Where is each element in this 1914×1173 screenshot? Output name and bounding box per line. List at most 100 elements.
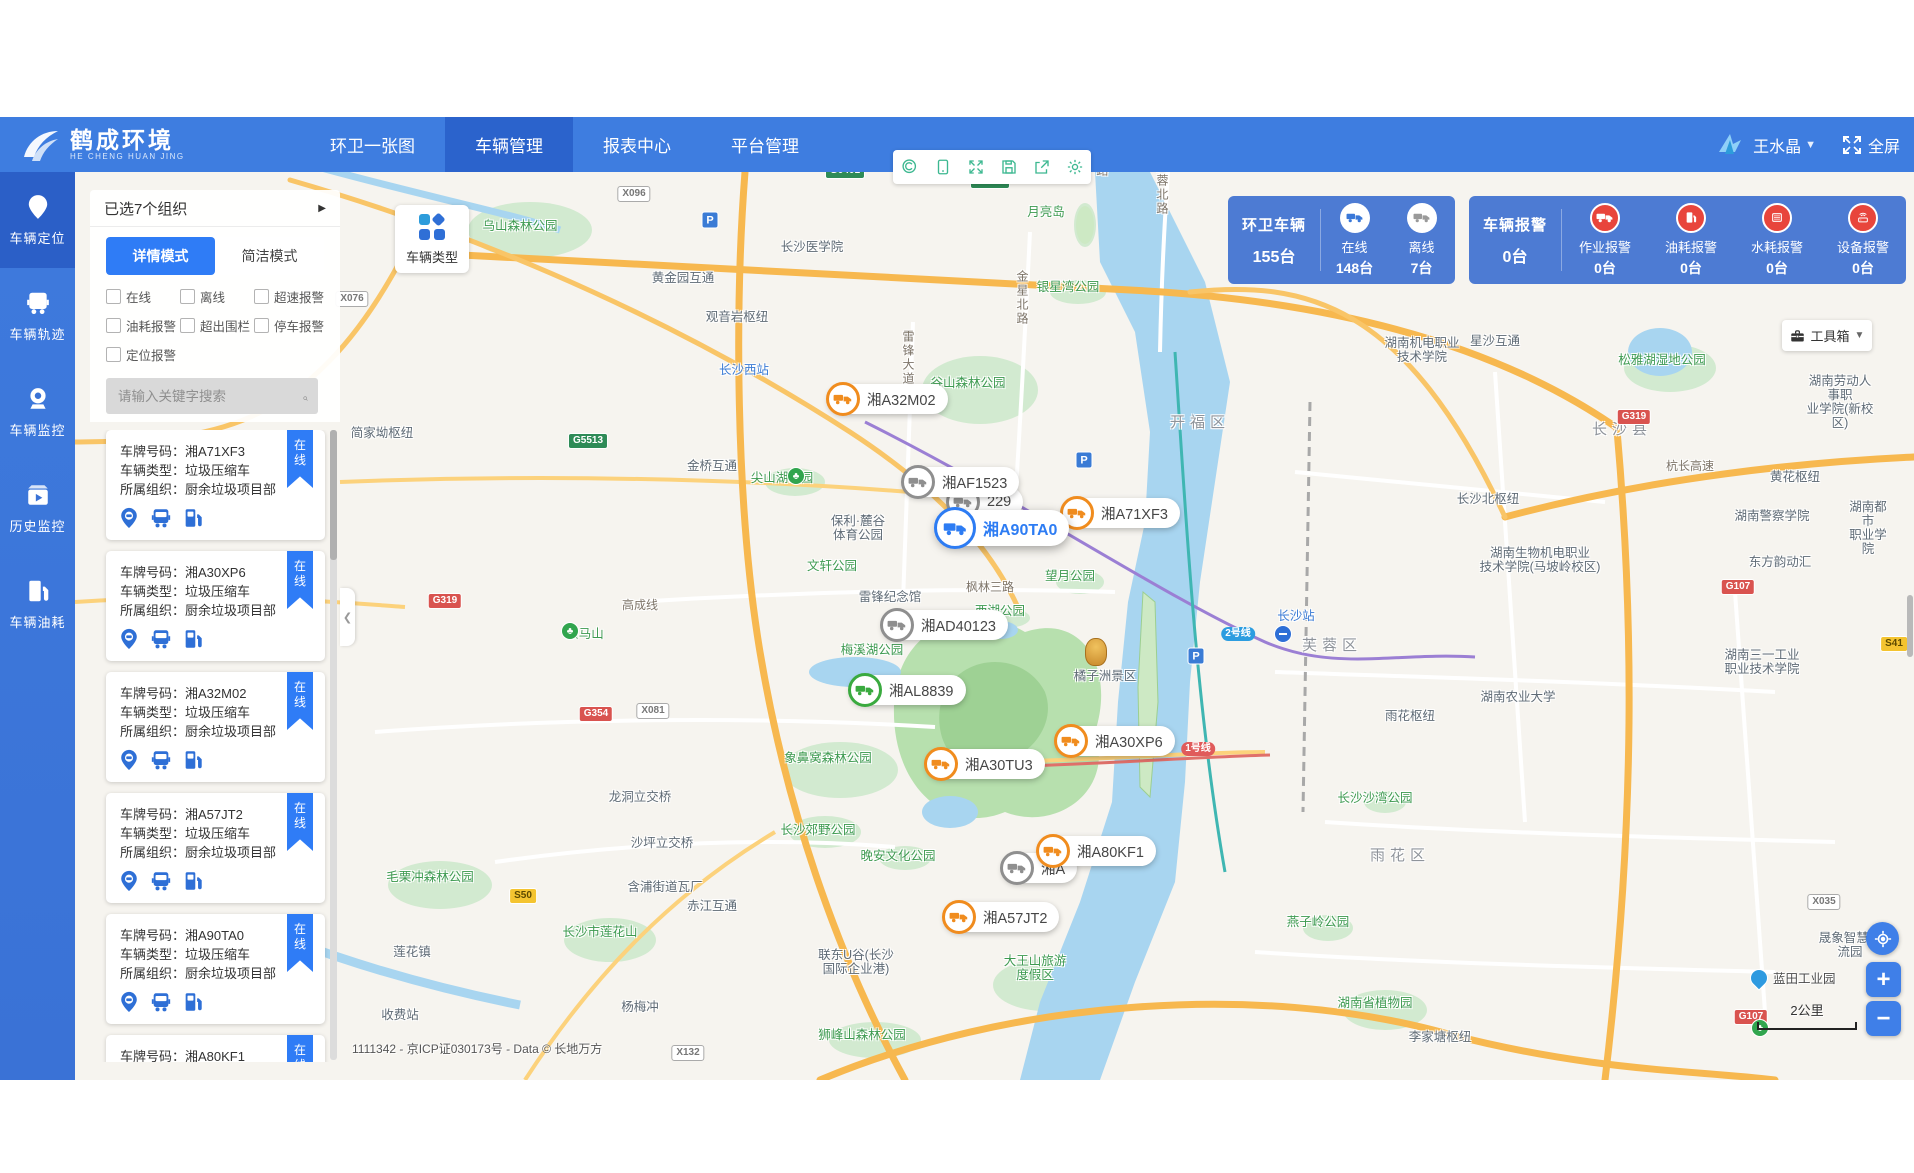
vehicle-marker[interactable]: 湘AD40123 xyxy=(882,610,1008,640)
vehicle-marker[interactable]: 湘AF1523 xyxy=(903,467,1019,497)
map-label: 晚安文化公园 xyxy=(860,849,935,863)
maptool-save-icon[interactable] xyxy=(1000,158,1018,176)
search-box xyxy=(106,378,318,414)
maptool-share-icon[interactable] xyxy=(1033,158,1051,176)
vehicle-marker[interactable]: 湘A80KF1 xyxy=(1038,836,1156,866)
map-label: 简家坳枢纽 xyxy=(351,426,414,440)
vehicle-marker[interactable]: 湘A30TU3 xyxy=(926,749,1045,779)
checkbox[interactable] xyxy=(254,289,269,304)
action-bus-icon[interactable] xyxy=(150,749,172,771)
maptool-measure-icon[interactable] xyxy=(901,158,919,176)
search-icon[interactable] xyxy=(303,388,308,404)
nav-item-4[interactable]: 平台管理 xyxy=(701,117,829,172)
user-chevron-down-icon[interactable]: ▼ xyxy=(1805,139,1816,151)
vehicle-marker[interactable]: 湘A30XP6 xyxy=(1056,726,1175,756)
sidebar-item-bus[interactable]: 车辆轨迹 xyxy=(0,268,75,364)
vehicle-card[interactable]: 车牌号码：湘A80KF1车辆类型：垃圾压缩车所属组织：厨余垃圾项目部在 线 xyxy=(106,1035,325,1062)
maptool-gear-icon[interactable] xyxy=(1066,158,1084,176)
vehicle-marker[interactable]: 湘A90TA0 xyxy=(936,510,1069,546)
filter-7[interactable]: 定位报警 xyxy=(106,345,180,364)
filter-3[interactable]: 超速报警 xyxy=(254,287,328,306)
sidebar-item-fuel[interactable]: 车辆油耗 xyxy=(0,556,75,652)
filter-1[interactable]: 在线 xyxy=(106,287,180,306)
tab-detail-mode[interactable]: 详情模式 xyxy=(106,237,215,275)
vehicle-marker[interactable]: 湘A57JT2 xyxy=(944,902,1059,932)
vehicle-card[interactable]: 车牌号码：湘A30XP6车辆类型：垃圾压缩车所属组织：厨余垃圾项目部在 线 xyxy=(106,551,325,661)
action-bus-icon[interactable] xyxy=(150,507,172,529)
map-label: 长沙沙湾公园 xyxy=(1337,791,1412,805)
tab-simple-mode[interactable]: 简洁模式 xyxy=(215,237,324,275)
action-fuel-icon[interactable] xyxy=(182,991,204,1013)
vehicle-marker[interactable]: 湘A71XF3 xyxy=(1062,498,1180,528)
user-avatar-icon[interactable] xyxy=(1715,130,1745,160)
list-scrollbar-thumb[interactable] xyxy=(330,430,337,560)
action-bus-icon[interactable] xyxy=(150,991,172,1013)
vehicle-marker[interactable]: 湘A32M02 xyxy=(828,384,948,414)
map-label: 东方韵动汇 xyxy=(1749,555,1812,569)
map-label: 枫林三路 xyxy=(966,580,1014,594)
marker-truck-icon xyxy=(934,507,976,549)
map-label: 金星北路 xyxy=(1015,270,1029,326)
sidebar-item-pin-car[interactable]: 车辆定位 xyxy=(0,172,75,268)
action-fuel-icon[interactable] xyxy=(182,507,204,529)
checkbox[interactable] xyxy=(106,289,121,304)
filter-2[interactable]: 离线 xyxy=(180,287,254,306)
vehicle-card[interactable]: 车牌号码：湘A32M02车辆类型：垃圾压缩车所属组织：厨余垃圾项目部在 线 xyxy=(106,672,325,782)
stats-panel-vehicles: 环卫车辆 155台 在线 148台 离线 7台 xyxy=(1228,196,1455,284)
checkbox[interactable] xyxy=(106,318,121,333)
action-fuel-icon[interactable] xyxy=(182,628,204,650)
nav-item-2[interactable]: 车辆管理 xyxy=(445,117,573,172)
toolbox-button[interactable]: 工具箱 ▼ xyxy=(1782,320,1872,351)
stat-device-alarm-value: 0台 xyxy=(1852,258,1874,278)
nav-item-3[interactable]: 报表中心 xyxy=(573,117,701,172)
filter-4[interactable]: 油耗报警 xyxy=(106,316,180,335)
maptool-expand-icon[interactable] xyxy=(967,158,985,176)
stat-water-alarm-value: 0台 xyxy=(1766,258,1788,278)
nav-item-1[interactable]: 环卫一张图 xyxy=(300,117,445,172)
panel-collapse-handle[interactable]: ❮ xyxy=(340,588,355,646)
checkbox[interactable] xyxy=(254,318,269,333)
vehicle-card[interactable]: 车牌号码：湘A90TA0车辆类型：垃圾压缩车所属组织：厨余垃圾项目部在 线 xyxy=(106,914,325,1024)
fullscreen-label[interactable]: 全屏 xyxy=(1868,133,1900,157)
sidebar-item-camera[interactable]: 车辆监控 xyxy=(0,364,75,460)
tree-icon: ♣ xyxy=(561,622,579,640)
sidebar-item-history[interactable]: 历史监控 xyxy=(0,460,75,556)
fullscreen-icon[interactable] xyxy=(1842,135,1862,155)
vehicle-marker[interactable]: 湘AL8839 xyxy=(850,675,966,705)
zoom-out-button[interactable]: − xyxy=(1866,1001,1901,1036)
vehicle-card[interactable]: 车牌号码：湘A71XF3车辆类型：垃圾压缩车所属组织：厨余垃圾项目部在 线 xyxy=(106,430,325,540)
checkbox[interactable] xyxy=(180,318,195,333)
org-expand-arrow[interactable]: ▶ xyxy=(318,203,326,214)
sidebar-item-label: 车辆定位 xyxy=(9,228,65,247)
vehicle-card[interactable]: 车牌号码：湘A57JT2车辆类型：垃圾压缩车所属组织：厨余垃圾项目部在 线 xyxy=(106,793,325,903)
road-shield: G319 xyxy=(428,593,462,609)
filter-5[interactable]: 超出围栏 xyxy=(180,316,254,335)
stat-fuel-alarm: 油耗报警 0台 xyxy=(1648,203,1734,278)
action-pin-car-icon[interactable] xyxy=(118,628,140,650)
action-pin-car-icon[interactable] xyxy=(118,749,140,771)
vehicle-actions xyxy=(118,991,325,1013)
maptool-device-icon[interactable] xyxy=(934,158,952,176)
user-name[interactable]: 王水晶 xyxy=(1753,133,1801,157)
checkbox[interactable] xyxy=(106,347,121,362)
search-input[interactable] xyxy=(106,389,303,404)
zoom-in-button[interactable]: + xyxy=(1866,962,1901,997)
action-pin-car-icon[interactable] xyxy=(118,870,140,892)
locate-button[interactable] xyxy=(1866,922,1899,955)
stat-fuel-alarm-value: 0台 xyxy=(1680,258,1702,278)
vehicle-type-button[interactable]: 车辆类型 xyxy=(395,205,469,273)
action-fuel-icon[interactable] xyxy=(182,870,204,892)
marker-plate: 湘A32M02 xyxy=(867,389,936,410)
map-label: 收费站 xyxy=(381,1008,419,1022)
page-scrollbar[interactable] xyxy=(1907,595,1913,657)
action-pin-car-icon[interactable] xyxy=(118,507,140,529)
stats-alarms-title: 车辆报警 xyxy=(1483,214,1547,235)
checkbox[interactable] xyxy=(180,289,195,304)
action-fuel-icon[interactable] xyxy=(182,749,204,771)
mode-tabs: 详情模式 简洁模式 xyxy=(106,237,324,275)
action-bus-icon[interactable] xyxy=(150,628,172,650)
action-bus-icon[interactable] xyxy=(150,870,172,892)
map-label: 沙坪立交桥 xyxy=(631,836,694,850)
filter-6[interactable]: 停车报警 xyxy=(254,316,328,335)
action-pin-car-icon[interactable] xyxy=(118,991,140,1013)
